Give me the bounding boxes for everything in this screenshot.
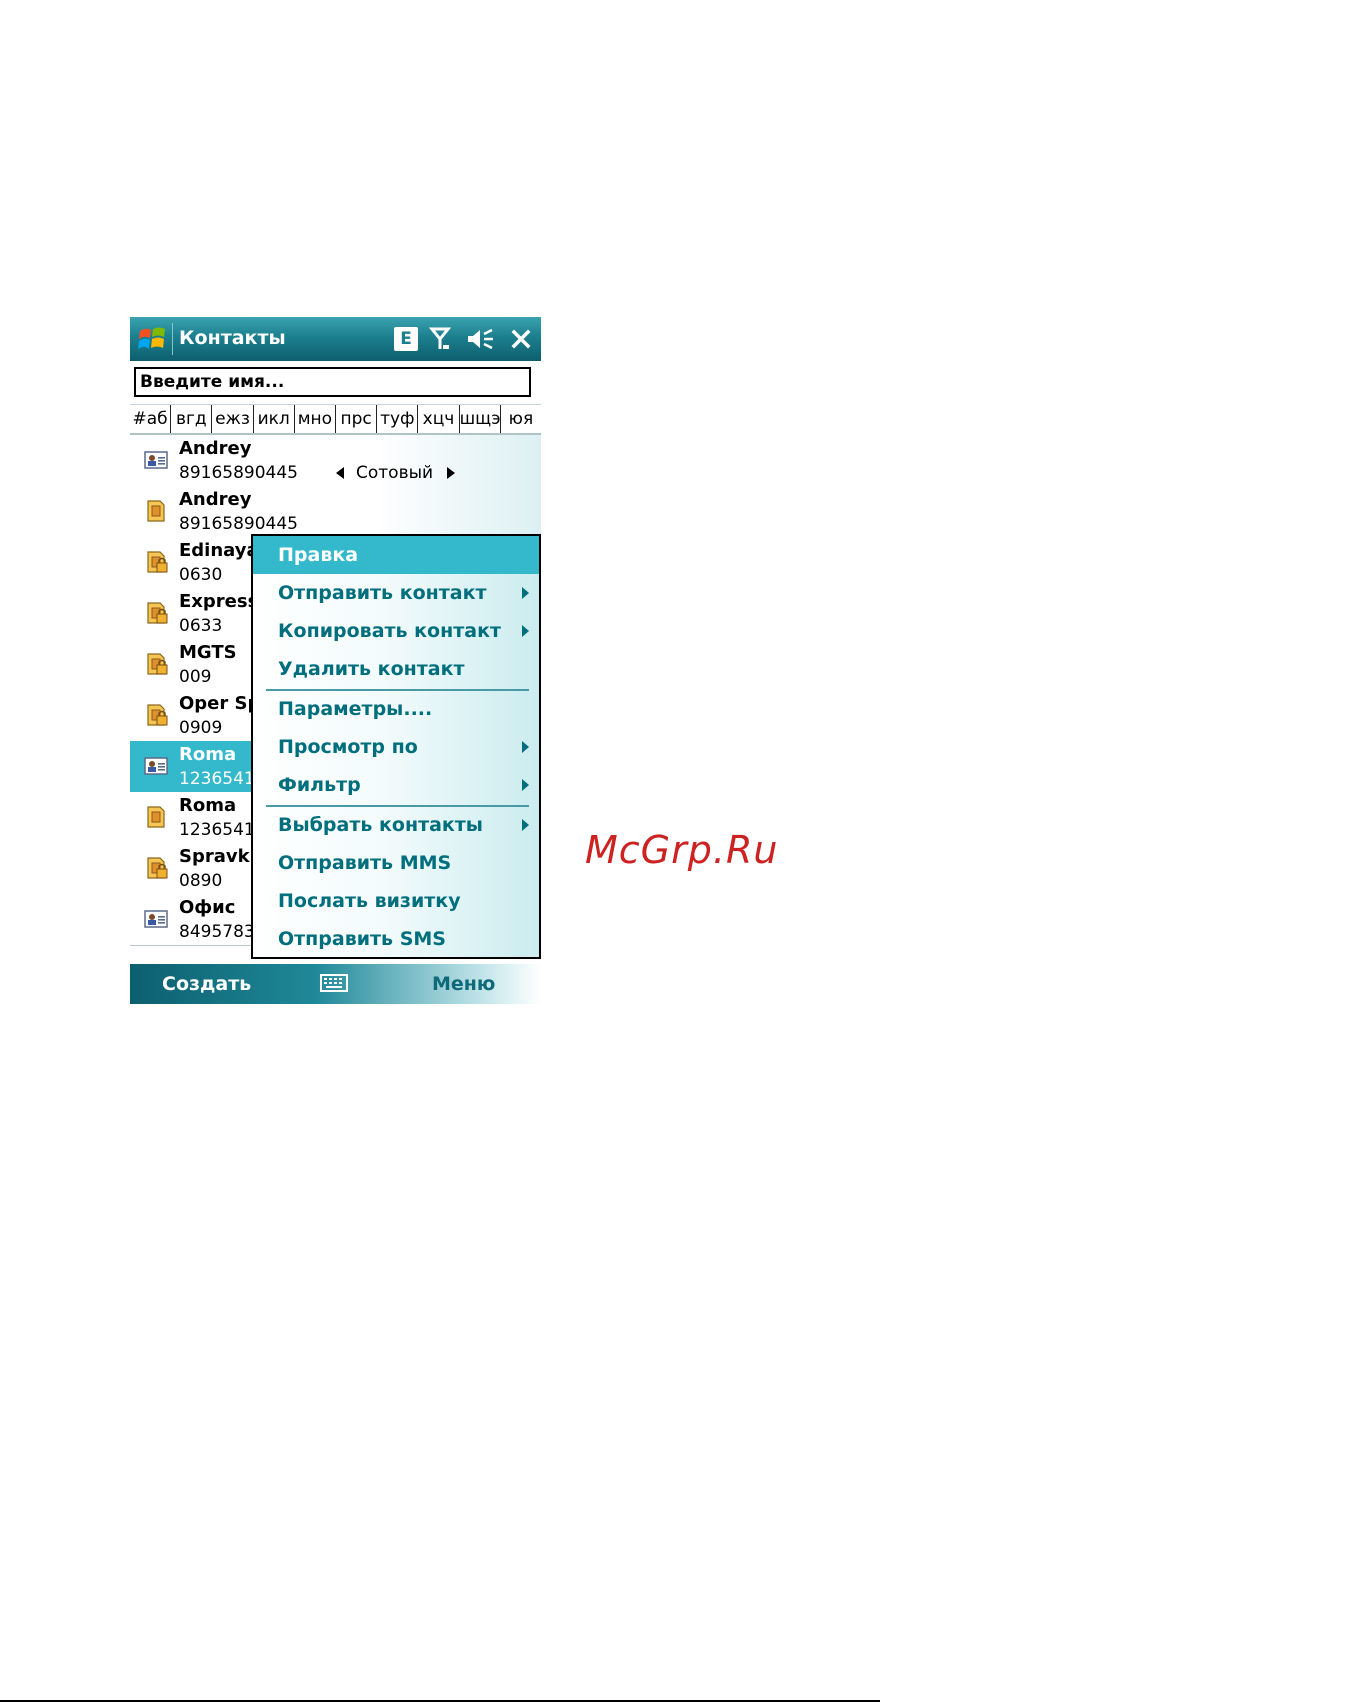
- contact-name: Офис: [179, 897, 236, 918]
- alphabet-bar: #аб вгд ежз икл мно прс туф хцч шщэ юя: [130, 405, 541, 435]
- contact-name: Andrey: [179, 438, 252, 459]
- menu-item-label: Фильтр: [278, 774, 361, 796]
- menu-item-label: Выбрать контакты: [278, 814, 483, 836]
- menu-item-label: Отправить MMS: [278, 852, 452, 874]
- previous-arrow-icon[interactable]: [336, 467, 344, 479]
- contact-number: 8495783: [179, 922, 255, 942]
- menu-softkey[interactable]: Меню: [432, 970, 495, 998]
- contact-number: 009: [179, 667, 212, 687]
- contact-number: 0909: [179, 718, 223, 738]
- menu-item[interactable]: Отправить контакт: [253, 574, 539, 612]
- submenu-arrow-icon: [522, 625, 529, 637]
- contact-name: Roma: [179, 744, 237, 765]
- menu-item-label: Отправить контакт: [278, 582, 487, 604]
- contact-number: 1236541: [179, 820, 255, 840]
- submenu-arrow-icon: [522, 587, 529, 599]
- search-area: [130, 361, 541, 405]
- menu-item[interactable]: Параметры....: [253, 690, 539, 728]
- device-screen: Контакты E #абвгдежзиклмнопрстуфхцчшщэюя…: [130, 317, 541, 1004]
- alphabet-tab[interactable]: туф: [377, 405, 419, 433]
- contact-number: 0890: [179, 871, 223, 891]
- sim-locked-contact-icon: [144, 857, 168, 879]
- title-separator: [172, 323, 173, 355]
- menu-item[interactable]: Удалить контакт: [253, 650, 539, 688]
- menu-item[interactable]: Фильтр: [253, 766, 539, 804]
- alphabet-tab[interactable]: мно: [295, 405, 337, 433]
- contact-name: MGTS: [179, 642, 237, 663]
- contact-number: 89165890445: [179, 463, 298, 483]
- create-softkey[interactable]: Создать: [162, 970, 251, 998]
- contact-name: Express: [179, 591, 259, 612]
- watermark-text: McGrp.Ru: [585, 828, 779, 872]
- contact-name: Oper Sp: [179, 693, 261, 714]
- menu-item[interactable]: Отправить SMS: [253, 920, 539, 957]
- alphabet-tab[interactable]: икл: [254, 405, 295, 433]
- alphabet-tab[interactable]: ежз: [212, 405, 254, 433]
- contact-name: Spravk: [179, 846, 250, 867]
- context-menu: Правка Отправить контакт Копировать контак…: [251, 534, 541, 959]
- menu-item-label: Удалить контакт: [278, 658, 465, 680]
- contact-card-icon: [144, 908, 168, 930]
- contact-name: Edinaya: [179, 540, 259, 561]
- submenu-arrow-icon: [522, 819, 529, 831]
- contact-name: Andrey: [179, 489, 252, 510]
- menu-item-label: Параметры....: [278, 698, 433, 720]
- menu-item[interactable]: Правка: [253, 536, 539, 574]
- app-title: Контакты: [179, 327, 286, 349]
- menu-item[interactable]: Послать визитку: [253, 882, 539, 920]
- close-icon[interactable]: [510, 326, 532, 352]
- sim-contact-icon: [144, 806, 168, 828]
- contact-number: 1236541: [179, 769, 255, 789]
- alphabet-tab[interactable]: вгд: [171, 405, 213, 433]
- e-icon[interactable]: E: [394, 327, 418, 351]
- signal-icon[interactable]: [428, 326, 452, 352]
- phone-type-selector[interactable]: Сотовый: [332, 462, 456, 484]
- menu-item[interactable]: Отправить MMS: [253, 844, 539, 882]
- contact-card-icon: [144, 449, 168, 471]
- contact-number: 89165890445: [179, 514, 298, 534]
- next-arrow-icon[interactable]: [447, 467, 456, 479]
- contact-row[interactable]: Andrey 89165890445: [130, 486, 541, 538]
- menu-item-label: Правка: [278, 544, 359, 566]
- menu-item-label: Копировать контакт: [278, 620, 501, 642]
- menu-item-label: Просмотр по: [278, 736, 418, 758]
- contact-number: 0630: [179, 565, 223, 585]
- sim-locked-contact-icon: [144, 551, 168, 573]
- sim-locked-contact-icon: [144, 653, 168, 675]
- alphabet-tab[interactable]: юя: [501, 405, 541, 433]
- menu-item-label: Послать визитку: [278, 890, 461, 912]
- alphabet-tab[interactable]: прс: [336, 405, 378, 433]
- sim-locked-contact-icon: [144, 602, 168, 624]
- menu-item[interactable]: Копировать контакт: [253, 612, 539, 650]
- contact-card-icon: [144, 755, 168, 777]
- search-input[interactable]: [134, 367, 531, 397]
- softkey-bar: Создать Меню: [130, 964, 541, 1004]
- alphabet-tab[interactable]: хцч: [418, 405, 460, 433]
- windows-start-icon[interactable]: [136, 323, 168, 355]
- keyboard-icon[interactable]: [320, 974, 348, 992]
- submenu-arrow-icon: [522, 779, 529, 791]
- speaker-muted-icon[interactable]: [465, 326, 495, 352]
- submenu-arrow-icon: [522, 741, 529, 753]
- title-bar: Контакты E: [130, 317, 541, 361]
- menu-item[interactable]: Выбрать контакты: [253, 806, 539, 844]
- alphabet-tab[interactable]: шщэ: [460, 405, 501, 433]
- contact-number: 0633: [179, 616, 223, 636]
- menu-item[interactable]: Просмотр по: [253, 728, 539, 766]
- sim-contact-icon: [144, 500, 168, 522]
- alphabet-tab[interactable]: #аб: [130, 405, 172, 433]
- sim-locked-contact-icon: [144, 704, 168, 726]
- menu-item-label: Отправить SMS: [278, 928, 446, 950]
- phone-type-label: Сотовый: [356, 463, 434, 483]
- contact-row[interactable]: Andrey 89165890445 Сотовый: [130, 435, 541, 487]
- contact-name: Roma: [179, 795, 237, 816]
